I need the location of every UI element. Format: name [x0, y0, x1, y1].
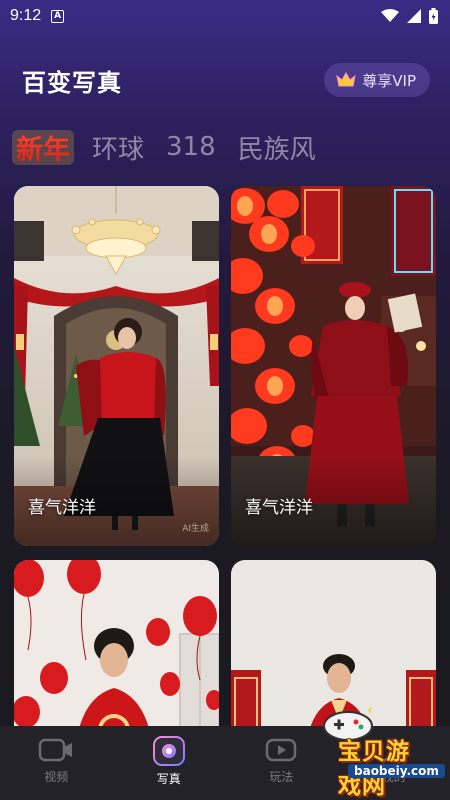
photo-card[interactable]: 喜气洋洋: [231, 186, 436, 546]
photo-image: [231, 560, 436, 726]
nav-label: 写真: [156, 772, 181, 786]
nav-item-photo[interactable]: 写真: [129, 736, 209, 787]
tab-ethnic-style[interactable]: 民族风: [238, 129, 316, 166]
nav-label: 玩法: [269, 770, 294, 784]
photo-card[interactable]: [231, 560, 436, 726]
wifi-icon: [381, 9, 399, 22]
photo-card[interactable]: [14, 560, 219, 726]
ai-generated-tag: AI生成: [182, 524, 209, 534]
crown-icon: [336, 72, 357, 87]
tab-318[interactable]: 318: [166, 132, 216, 162]
clock: 9:12: [10, 7, 42, 24]
battery-icon: [429, 8, 438, 24]
header: 百变写真 尊享VIP: [22, 60, 430, 100]
status-icons: [381, 8, 438, 24]
status-bar: 9:12 A: [0, 0, 450, 32]
watermark: 宝贝游戏网 baobeiy.com: [300, 704, 445, 799]
notification-icon: A: [51, 9, 65, 23]
photo-card[interactable]: 喜气洋洋 AI生成: [14, 186, 219, 546]
photo-image: [14, 560, 219, 726]
video-icon: [39, 738, 73, 762]
category-tabs: 新年 环球 318 民族风: [12, 124, 440, 170]
nav-label: 视频: [44, 770, 69, 784]
photo-grid: 喜气洋洋 AI生成 喜气洋洋: [14, 186, 436, 726]
vip-label: 尊享VIP: [362, 71, 416, 90]
cellular-icon: [407, 9, 421, 23]
camera-icon: [152, 736, 185, 766]
tab-global[interactable]: 环球: [92, 129, 144, 166]
card-label: 喜气洋洋: [245, 498, 313, 518]
page-title: 百变写真: [22, 68, 122, 97]
card-label: 喜气洋洋: [28, 498, 96, 518]
nav-item-video[interactable]: 视频: [16, 736, 96, 785]
tab-new-year[interactable]: 新年: [12, 128, 74, 167]
watermark-domain: baobeiy.com: [348, 764, 445, 778]
photo-image: [231, 186, 436, 546]
vip-button[interactable]: 尊享VIP: [324, 63, 430, 97]
play-icon: [266, 738, 297, 762]
photo-image: [14, 186, 219, 546]
